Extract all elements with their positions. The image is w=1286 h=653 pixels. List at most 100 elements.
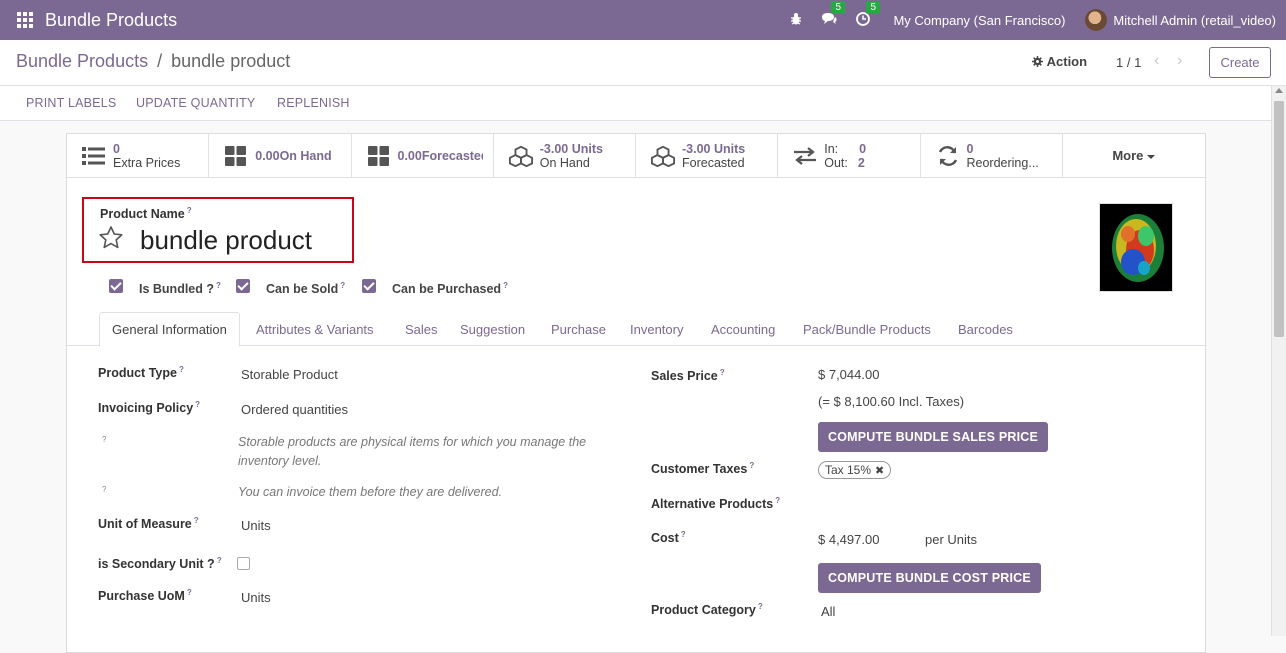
product-name-label: Product Name? xyxy=(100,206,192,222)
tab-barcodes[interactable]: Barcodes xyxy=(958,322,1013,337)
scroll-up-arrow[interactable] xyxy=(1275,88,1283,93)
user-menu[interactable]: Mitchell Admin (retail_video) xyxy=(1085,9,1276,31)
exchange-icon xyxy=(794,147,817,165)
out-label: Out: xyxy=(824,156,848,170)
incl-taxes-text: (= $ 8,100.60 Incl. Taxes) xyxy=(818,394,965,409)
uom-select[interactable]: Units xyxy=(241,518,271,533)
more-dropdown[interactable]: More xyxy=(1063,134,1205,178)
star-icon[interactable] xyxy=(98,225,124,251)
control-panel: Bundle Products / bundle product Action … xyxy=(0,40,1286,86)
extra-prices-label: Extra Prices xyxy=(113,156,181,170)
can-be-purchased-label: Can be Purchased? xyxy=(392,281,508,297)
reordering-button[interactable]: 0 Reordering... xyxy=(921,134,1063,178)
smart-buttons-row: 0 Extra Prices 0.00On Hand 0.00Forecasted… xyxy=(67,134,1205,178)
scrollbar[interactable] xyxy=(1271,86,1286,636)
help-storable-text: Storable products are physical items for… xyxy=(238,435,587,468)
breadcrumb-current: bundle product xyxy=(171,51,291,71)
form-sheet: 0 Extra Prices 0.00On Hand 0.00Forecasted… xyxy=(66,133,1206,653)
tab-sales[interactable]: Sales xyxy=(405,322,438,337)
forecasted-button[interactable]: 0.00Forecasted xyxy=(352,134,494,178)
cost-input[interactable]: $ 4,497.00 xyxy=(818,532,879,547)
compute-bundle-cost-price-button[interactable]: COMPUTE BUNDLE COST PRICE xyxy=(818,563,1041,593)
is-bundled-checkbox[interactable] xyxy=(109,279,123,293)
can-be-sold-checkbox[interactable] xyxy=(236,279,250,293)
out-value: 2 xyxy=(857,156,865,170)
invoicing-policy-select[interactable]: Ordered quantities xyxy=(241,402,348,417)
scroll-thumb[interactable] xyxy=(1274,101,1284,337)
help-storable-qmark: ? xyxy=(102,435,107,444)
top-navbar: Bundle Products 5 5 My Company (San Fran… xyxy=(0,0,1286,40)
product-type-select[interactable]: Storable Product xyxy=(241,367,338,382)
in-out-button[interactable]: In: 0 Out: 2 xyxy=(778,134,921,178)
pager-value[interactable]: 1 / 1 xyxy=(1116,55,1141,70)
units-forecasted-button[interactable]: -3.00 Units Forecasted xyxy=(636,134,779,178)
th-large-icon xyxy=(225,146,247,166)
units-on-hand-label: On Hand xyxy=(539,156,590,170)
alternative-products-label: Alternative Products? xyxy=(651,496,781,512)
tab-pack-bundle-products[interactable]: Pack/Bundle Products xyxy=(803,322,931,337)
caret-down-icon xyxy=(1147,154,1156,159)
chevron-right-icon[interactable]: › xyxy=(1177,52,1182,70)
breadcrumb: Bundle Products / bundle product xyxy=(16,51,290,72)
user-name: Mitchell Admin (retail_video) xyxy=(1113,12,1276,28)
in-label: In: xyxy=(824,142,839,156)
notebook-tabs: General Information Attributes & Variant… xyxy=(67,312,1205,347)
invoicing-policy-label: Invoicing Policy? xyxy=(98,400,201,416)
tab-general-information[interactable]: General Information xyxy=(99,312,240,347)
purchase-uom-select[interactable]: Units xyxy=(241,590,271,605)
sales-price-input[interactable]: $ 7,044.00 xyxy=(818,367,879,382)
company-switcher[interactable]: My Company (San Francisco) xyxy=(893,13,1065,28)
replenish-button[interactable]: REPLENISH xyxy=(277,96,350,110)
secondary-unit-label: is Secondary Unit ?? xyxy=(98,556,222,572)
tab-attributes-variants[interactable]: Attributes & Variants xyxy=(256,322,374,337)
units-forecasted-label: Forecasted xyxy=(682,156,745,170)
apps-grid-icon[interactable] xyxy=(17,12,33,28)
on-hand-button[interactable]: 0.00On Hand xyxy=(209,134,352,178)
print-labels-button[interactable]: PRINT LABELS xyxy=(26,96,116,110)
in-value: 0 xyxy=(859,142,867,156)
can-be-sold-label: Can be Sold? xyxy=(266,281,346,297)
breadcrumb-separator: / xyxy=(157,51,163,71)
gear-icon xyxy=(1032,56,1043,67)
forecasted-text: 0.00Forecasted xyxy=(397,149,483,163)
clock-icon[interactable]: 5 xyxy=(856,0,881,29)
close-icon[interactable]: ✖ xyxy=(875,465,884,477)
cost-label: Cost? xyxy=(651,530,686,546)
customer-taxes-label: Customer Taxes? xyxy=(651,461,755,477)
th-large-icon xyxy=(367,146,389,166)
tab-accounting[interactable]: Accounting xyxy=(711,322,775,337)
chat-icon[interactable]: 5 xyxy=(821,0,846,29)
on-hand-text: 0.00On Hand xyxy=(255,149,332,163)
units-forecasted-value: -3.00 Units xyxy=(682,142,746,156)
secondary-unit-checkbox[interactable] xyxy=(237,557,250,570)
action-menu-button[interactable]: Action xyxy=(1032,54,1087,69)
units-on-hand-button[interactable]: -3.00 Units On Hand xyxy=(494,134,636,178)
compute-bundle-sales-price-button[interactable]: COMPUTE BUNDLE SALES PRICE xyxy=(818,422,1049,452)
product-image[interactable] xyxy=(1099,203,1173,292)
tab-inventory[interactable]: Inventory xyxy=(630,322,683,337)
bug-icon[interactable] xyxy=(789,12,803,29)
tab-purchase[interactable]: Purchase xyxy=(551,322,606,337)
product-category-label: Product Category? xyxy=(651,602,763,618)
cost-per-unit: per Units xyxy=(925,532,978,547)
units-on-hand-value: -3.00 Units xyxy=(539,142,603,156)
update-quantity-button[interactable]: UPDATE QUANTITY xyxy=(136,96,255,110)
chevron-left-icon[interactable]: ‹ xyxy=(1154,52,1159,70)
messages-badge: 5 xyxy=(831,0,846,14)
tab-suggestion[interactable]: Suggestion xyxy=(460,322,525,337)
help-invoice-text: You can invoice them before they are del… xyxy=(238,485,503,499)
app-title[interactable]: Bundle Products xyxy=(45,10,177,31)
activities-badge: 5 xyxy=(866,0,881,14)
product-name-input[interactable]: bundle product xyxy=(140,225,312,256)
product-category-select[interactable]: All xyxy=(821,604,835,619)
extra-prices-value: 0 xyxy=(113,142,120,156)
sales-price-label: Sales Price? xyxy=(651,368,725,384)
reordering-value: 0 xyxy=(966,142,974,156)
list-icon xyxy=(82,147,105,165)
tax-tag: Tax 15% ✖ xyxy=(818,461,892,479)
can-be-purchased-checkbox[interactable] xyxy=(362,279,376,293)
create-button[interactable]: Create xyxy=(1209,47,1271,78)
more-label: More xyxy=(1112,148,1144,163)
extra-prices-button[interactable]: 0 Extra Prices xyxy=(67,134,210,178)
breadcrumb-parent[interactable]: Bundle Products xyxy=(16,51,148,71)
